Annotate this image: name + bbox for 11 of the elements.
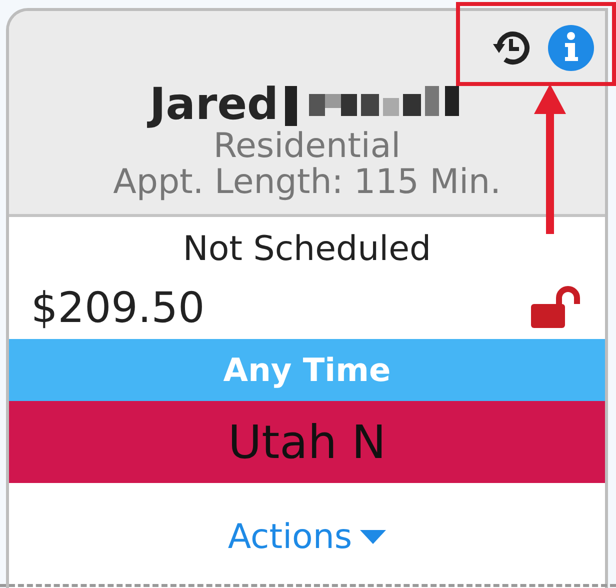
actions-dropdown[interactable]: Actions [228, 517, 386, 557]
appointment-length: Appt. Length: 115 Min. [113, 165, 501, 201]
price: $209.50 [31, 282, 205, 332]
unlocked-padlock-icon[interactable] [529, 284, 583, 330]
status-label: Not Scheduled [182, 229, 432, 269]
customer-name: Jared [149, 81, 279, 130]
technician-banner: Utah N [9, 401, 605, 483]
category-label: Residential [213, 129, 401, 166]
info-icon[interactable] [547, 24, 595, 72]
time-window-banner: Any Time [9, 339, 605, 401]
caret-icon [360, 530, 386, 544]
